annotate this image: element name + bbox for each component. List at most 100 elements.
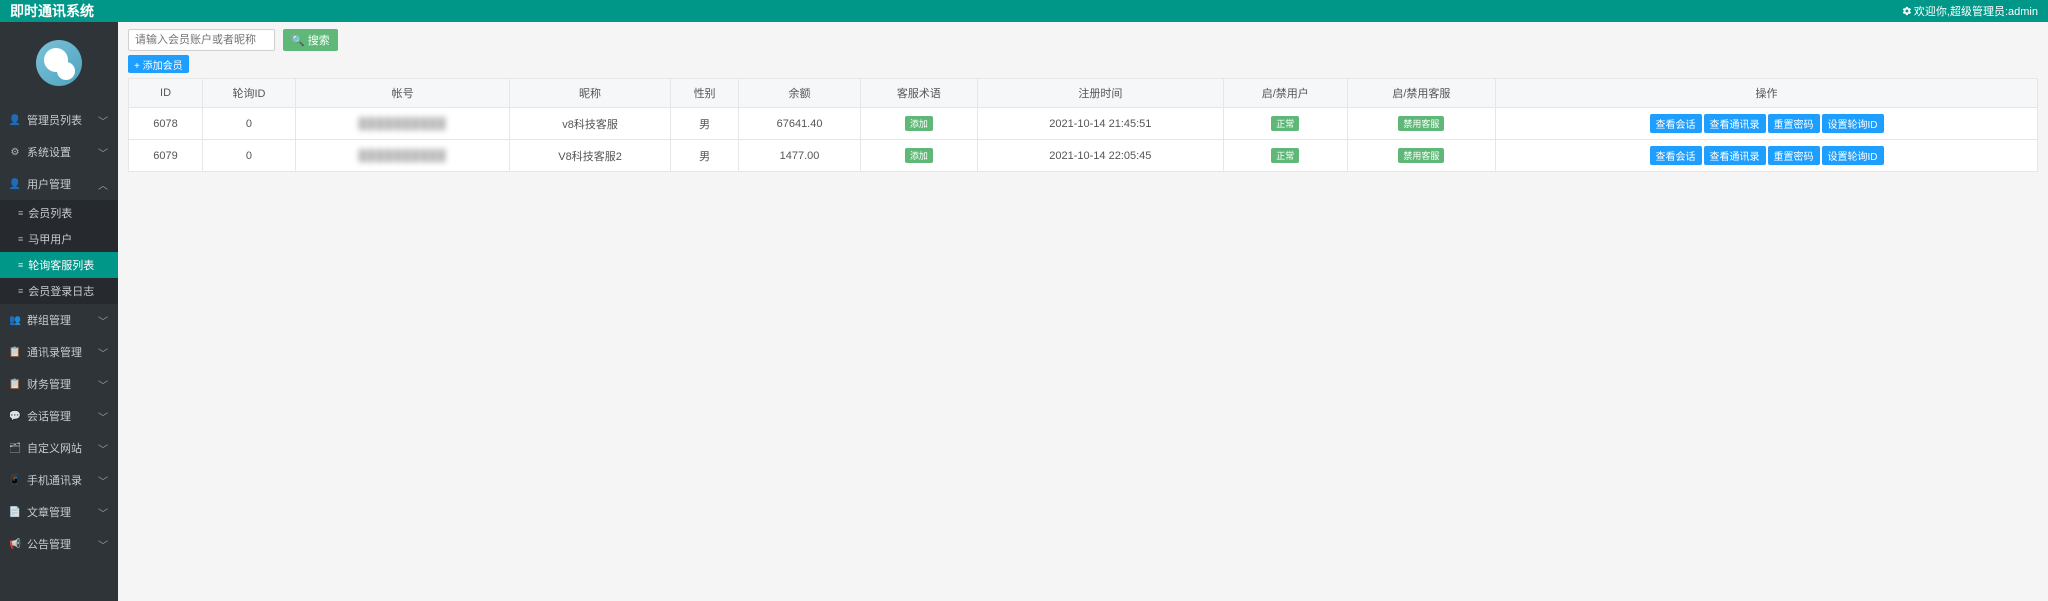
menu-icon: 💬 <box>10 411 20 422</box>
cell-user-status: 正常 <box>1223 108 1347 140</box>
op-button-1[interactable]: 查看通讯录 <box>1704 114 1766 133</box>
op-button-2[interactable]: 重置密码 <box>1768 146 1820 165</box>
wechat-like-icon <box>36 40 82 86</box>
cell-account: ██████████ <box>295 140 509 172</box>
list-icon: ≡ <box>18 260 23 270</box>
menu-icon: 👤 <box>10 179 20 190</box>
cell-id: 6079 <box>129 140 203 172</box>
sidebar-item-label: 手机通讯录 <box>27 472 82 488</box>
user-status-badge[interactable]: 正常 <box>1271 116 1299 131</box>
cell-user-status: 正常 <box>1223 140 1347 172</box>
cell-id: 6078 <box>129 108 203 140</box>
table-header: 昵称 <box>510 79 671 108</box>
toolbar: 🔍 搜索 <box>118 22 2048 55</box>
search-button[interactable]: 🔍 搜索 <box>283 29 338 51</box>
sidebar-subitem-label: 会员列表 <box>28 205 72 221</box>
cell-ops: 查看会话查看通讯录重置密码设置轮询ID <box>1496 108 2038 140</box>
sidebar-item-10[interactable]: 📢公告管理﹀ <box>0 528 118 560</box>
cell-account: ██████████ <box>295 108 509 140</box>
sidebar-item-label: 自定义网站 <box>27 440 82 456</box>
menu-icon: 📱 <box>10 475 20 486</box>
menu-icon: 🗂 <box>10 443 20 454</box>
sidebar-item-7[interactable]: 🗂 自定义网站 ﹀ <box>0 432 118 464</box>
table-header: 客服术语 <box>860 79 977 108</box>
cell-gender: 男 <box>670 140 739 172</box>
chevron-down-icon: ﹀ <box>98 145 108 160</box>
table-header: ID <box>129 79 203 108</box>
menu-icon: 📄 <box>10 507 20 518</box>
add-member-button[interactable]: + 添加会员 <box>128 55 189 73</box>
table-row: 60780██████████v8科技客服男67641.40添加2021-10-… <box>129 108 2038 140</box>
top-bar: 即时通讯系统 欢迎你,超级管理员:admin <box>0 0 2048 22</box>
op-button-1[interactable]: 查看通讯录 <box>1704 146 1766 165</box>
list-icon: ≡ <box>18 208 23 218</box>
sidebar-item-9[interactable]: 📄 文章管理 ﹀ <box>0 496 118 528</box>
op-button-3[interactable]: 设置轮询ID <box>1822 114 1884 133</box>
op-button-3[interactable]: 设置轮询ID <box>1822 146 1884 165</box>
sidebar-item-label: 文章管理 <box>27 504 71 520</box>
sidebar-item-1[interactable]: ⚙ 系统设置 ﹀ <box>0 136 118 168</box>
chevron-down-icon: ﹀ <box>98 473 108 488</box>
sidebar-item-label: 系统设置 <box>27 144 71 160</box>
cell-regtime: 2021-10-14 21:45:51 <box>977 108 1223 140</box>
table-header: 启/禁用客服 <box>1347 79 1495 108</box>
sidebar-subitem-2-3[interactable]: ≡会员登录日志 <box>0 278 118 304</box>
cell-poll-id: 0 <box>203 140 296 172</box>
chevron-down-icon: ﹀ <box>98 441 108 456</box>
sidebar-item-0[interactable]: 👤管理员列表﹀ <box>0 104 118 136</box>
cell-balance: 67641.40 <box>739 108 860 140</box>
table-header: 性别 <box>670 79 739 108</box>
op-button-0[interactable]: 查看会话 <box>1650 114 1702 133</box>
kefu-badge[interactable]: 添加 <box>905 116 933 131</box>
sidebar-item-6[interactable]: 💬 会话管理 ﹀ <box>0 400 118 432</box>
sidebar-subitem-2-0[interactable]: ≡ 会员列表 <box>0 200 118 226</box>
chevron-down-icon: ﹀ <box>98 537 108 552</box>
cell-nickname: V8科技客服2 <box>510 140 671 172</box>
sidebar-item-label: 财务管理 <box>27 376 71 392</box>
kefu-enable-badge[interactable]: 禁用客服 <box>1398 148 1444 163</box>
chevron-down-icon: ﹀ <box>98 409 108 424</box>
menu-icon: ⚙ <box>10 147 20 158</box>
kefu-badge[interactable]: 添加 <box>905 148 933 163</box>
table-header: 轮询ID <box>203 79 296 108</box>
sidebar-item-label: 通讯录管理 <box>27 344 82 360</box>
chevron-down-icon: ﹀ <box>98 313 108 328</box>
gear-icon <box>1902 6 1912 16</box>
menu-icon: 📋 <box>10 379 20 390</box>
chevron-down-icon: ﹀ <box>98 113 108 128</box>
op-button-2[interactable]: 重置密码 <box>1768 114 1820 133</box>
sidebar-item-8[interactable]: 📱 手机通讯录 ﹀ <box>0 464 118 496</box>
table-header: 操作 <box>1496 79 2038 108</box>
menu-icon: 👤 <box>10 115 20 126</box>
cell-kefu: 添加 <box>860 140 977 172</box>
masked-account: ██████████ <box>359 150 447 162</box>
op-button-0[interactable]: 查看会话 <box>1650 146 1702 165</box>
chevron-down-icon: ﹀ <box>98 505 108 520</box>
sidebar-item-label: 公告管理 <box>27 536 71 552</box>
members-table: ID轮询ID帐号昵称性别余额客服术语注册时间启/禁用户启/禁用客服操作 6078… <box>128 78 2038 172</box>
table-header: 余额 <box>739 79 860 108</box>
cell-balance: 1477.00 <box>739 140 860 172</box>
cell-nickname: v8科技客服 <box>510 108 671 140</box>
search-input[interactable] <box>128 29 275 51</box>
sidebar-item-4[interactable]: 📋 通讯录管理 ﹀ <box>0 336 118 368</box>
app-title: 即时通讯系统 <box>10 1 94 21</box>
sidebar-item-label: 用户管理 <box>27 176 71 192</box>
chevron-up-icon: ︿ <box>98 177 108 192</box>
kefu-enable-badge[interactable]: 禁用客服 <box>1398 116 1444 131</box>
chevron-down-icon: ﹀ <box>98 345 108 360</box>
sidebar-item-5[interactable]: 📋 财务管理 ﹀ <box>0 368 118 400</box>
table-header: 帐号 <box>295 79 509 108</box>
menu-icon: 📋 <box>10 347 20 358</box>
chevron-down-icon: ﹀ <box>98 377 108 392</box>
sidebar-subitem-2-2[interactable]: ≡轮询客服列表 <box>0 252 118 278</box>
sidebar-item-3[interactable]: 👥群组管理﹀ <box>0 304 118 336</box>
sidebar-item-label: 会话管理 <box>27 408 71 424</box>
cell-kefu-enable: 禁用客服 <box>1347 140 1495 172</box>
sidebar-subitem-2-1[interactable]: ≡马甲用户 <box>0 226 118 252</box>
table-row: 60790██████████V8科技客服2男1477.00添加2021-10-… <box>129 140 2038 172</box>
main-content: 🔍 搜索 + 添加会员 ID轮询ID帐号昵称性别余额客服术语注册时间启/禁用户启… <box>118 22 2048 601</box>
user-status-badge[interactable]: 正常 <box>1271 148 1299 163</box>
sidebar-item-2[interactable]: 👤 用户管理 ︿ <box>0 168 118 200</box>
masked-account: ██████████ <box>359 118 447 130</box>
